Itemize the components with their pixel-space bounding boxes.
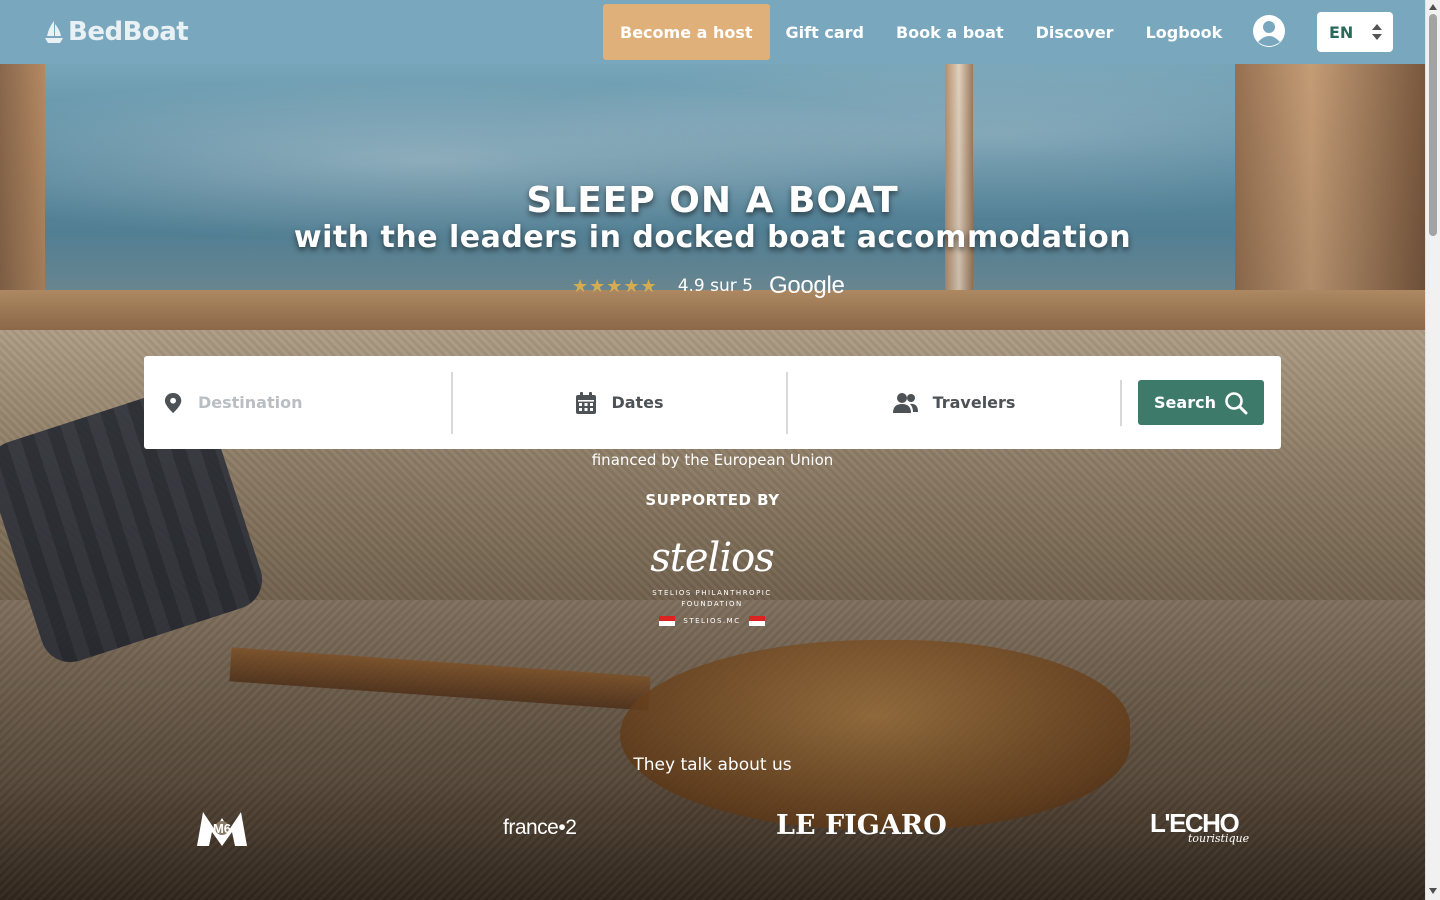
boat-logo-icon [45,21,63,43]
navbar: BedBoat Become a host Gift card Book a b… [0,0,1425,64]
nav-gift-card[interactable]: Gift card [786,23,864,42]
scroll-down-arrow-icon[interactable] [1429,888,1437,894]
supported-by-heading: SUPPORTED BY [645,491,780,509]
france2-logo: france•2 [503,816,577,839]
m6-logo-text: M6 [213,821,231,836]
become-host-button[interactable]: Become a host [603,4,770,60]
stelios-site: STELIOS.MC [683,617,741,625]
travelers-label: Travelers [932,393,1016,412]
brand-logo[interactable]: BedBoat [44,17,189,47]
nav-logbook[interactable]: Logbook [1146,23,1223,42]
destination-input[interactable] [198,393,428,412]
echo-touristique-subtitle: touristique [1188,832,1250,845]
hero-title: SLEEP ON A BOAT [526,180,899,221]
nav-book-a-boat[interactable]: Book a boat [896,23,1004,42]
dates-segment[interactable]: Dates [453,371,788,434]
eu-funding-text: financed by the European Union [591,451,834,469]
map-pin-icon [164,392,182,413]
brand-name: BedBoat [68,17,189,47]
google-rating: ★★★★★ 4.9 sur 5 Google [572,272,845,300]
travelers-segment[interactable]: Travelers [788,379,1122,426]
destination-segment[interactable] [144,371,453,434]
select-arrows-icon [1372,24,1382,40]
stelios-line2: FOUNDATION [681,600,743,608]
star-rating-icon: ★★★★★ [572,275,658,297]
google-logo: Google [768,272,845,299]
m6-logo: M6 [197,812,247,846]
people-icon [892,392,918,413]
language-value: EN [1329,22,1354,42]
le-figaro-logo: LE FIGARO [776,810,947,841]
flag-icon [659,616,676,626]
stelios-line1: STELIOS PHILANTHROPIC [652,589,772,597]
dates-label: Dates [611,393,664,412]
stelios-foundation-logo[interactable]: stelios STELIOS PHILANTHROPIC FOUNDATION… [642,528,782,638]
press-heading: They talk about us [633,755,792,775]
scroll-thumb[interactable] [1429,14,1437,236]
language-select[interactable]: EN [1317,12,1393,52]
calendar-icon [576,391,597,414]
stelios-script: stelios [650,535,774,581]
search-bar: Dates Travelers Search [144,356,1281,449]
nav-discover[interactable]: Discover [1036,23,1114,42]
hero-subtitle: with the leaders in docked boat accommod… [293,220,1132,255]
search-icon [1225,391,1248,414]
flag-icon [748,616,765,626]
scroll-up-arrow-icon[interactable] [1429,4,1437,10]
rating-text: 4.9 sur 5 [677,276,753,296]
user-avatar-icon[interactable] [1252,14,1286,48]
search-button-label: Search [1154,393,1216,412]
scrollbar[interactable] [1425,0,1440,900]
search-button[interactable]: Search [1138,380,1264,425]
stelios-site-row: STELIOS.MC [642,616,782,626]
main-nav: Become a host Gift card Book a boat Disc… [603,4,1238,60]
